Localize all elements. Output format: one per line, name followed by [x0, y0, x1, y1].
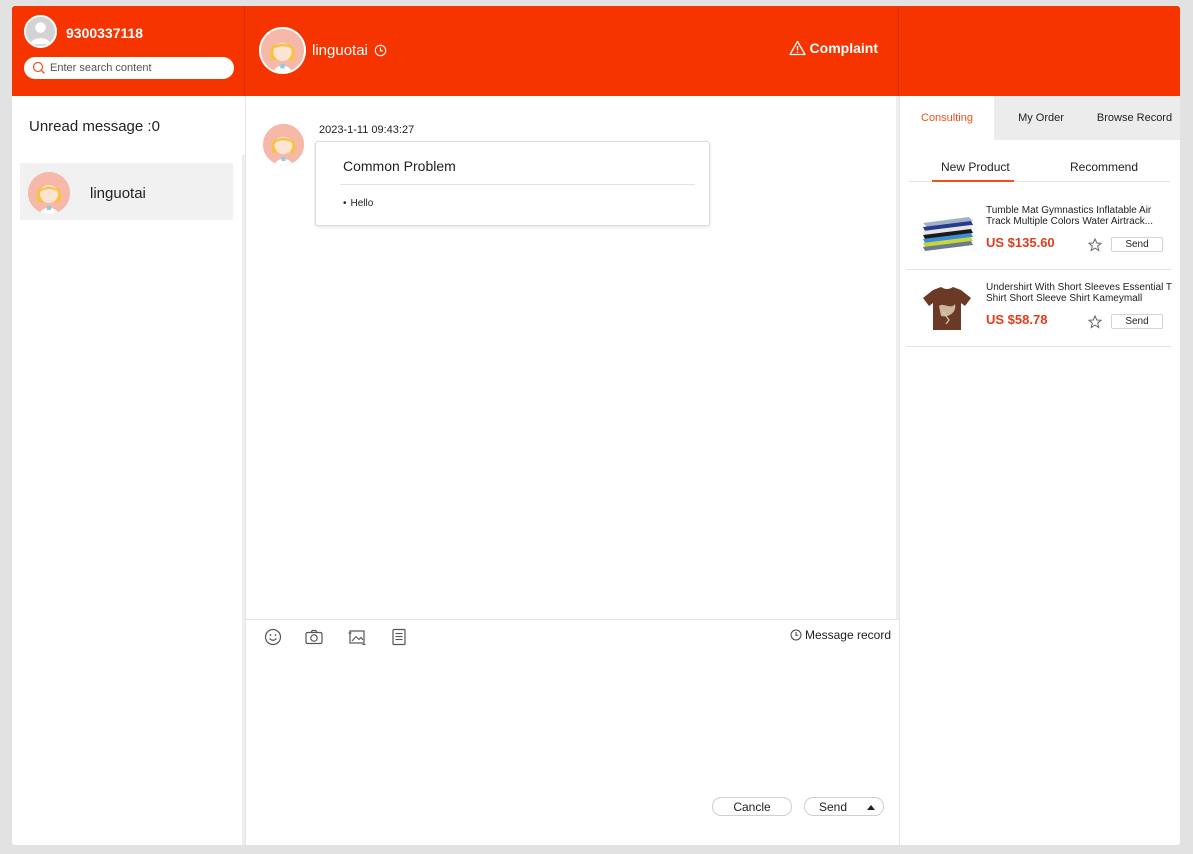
document-icon [392, 628, 406, 646]
peer-name: linguotai [312, 42, 368, 59]
app-header: 9300337118 linguotai [12, 6, 1180, 96]
product-title: Undershirt With Short Sleeves Essential … [986, 282, 1172, 304]
subtab-new-product[interactable]: New Product [941, 160, 1010, 174]
favorite-button[interactable] [1088, 238, 1102, 252]
smiley-icon [264, 628, 282, 646]
user-avatar[interactable] [24, 15, 57, 48]
document-button[interactable] [389, 627, 409, 647]
cancel-button[interactable]: Cancle [712, 797, 792, 816]
clock-icon[interactable] [374, 44, 387, 57]
star-icon [1088, 238, 1102, 252]
header-conversation-area: linguotai Complaint [245, 6, 899, 96]
subtab-recommend[interactable]: Recommend [1070, 160, 1138, 174]
search-box [24, 57, 234, 79]
brown-tshirt-image [919, 284, 975, 334]
info-tabs: Consulting My Order Browse Record [900, 96, 1180, 140]
conversation-item[interactable]: linguotai [20, 163, 233, 220]
tab-my-order[interactable]: My Order [994, 96, 1088, 140]
image-icon [348, 630, 366, 646]
camera-button[interactable] [304, 627, 324, 647]
girl-avatar-icon [28, 172, 70, 214]
complaint-label: Complaint [809, 40, 878, 56]
star-icon [1088, 315, 1102, 329]
message-input[interactable] [256, 658, 886, 788]
camera-icon [305, 629, 323, 645]
emoji-button[interactable] [263, 627, 283, 647]
user-silhouette-icon [26, 17, 55, 46]
send-button[interactable]: Send [804, 797, 884, 816]
chat-message-area: 2023-1-11 09:43:27 Common Problem Hello [245, 96, 899, 619]
product-subtabs: New Product Recommend [908, 140, 1170, 182]
clock-icon [790, 629, 802, 641]
faq-card: Common Problem Hello [315, 141, 710, 226]
faq-card-title: Common Problem [343, 158, 456, 174]
faq-card-divider [340, 184, 695, 185]
message-avatar [263, 124, 304, 165]
chat-app-window: 9300337118 linguotai [12, 6, 1180, 845]
warning-icon [788, 40, 806, 56]
compose-area: Message record Cancle Send [245, 619, 899, 845]
tab-consulting[interactable]: Consulting [900, 96, 994, 140]
tab-browse-record[interactable]: Browse Record [1088, 96, 1180, 140]
conversation-sidebar: Unread message :0 linguotai [12, 96, 245, 845]
product-title: Tumble Mat Gymnastics Inflatable Air Tra… [986, 205, 1154, 227]
complaint-button[interactable]: Complaint [788, 40, 878, 56]
image-button[interactable] [347, 627, 367, 647]
product-image [919, 284, 975, 334]
message-record-label: Message record [804, 628, 891, 642]
faq-item[interactable]: Hello [343, 198, 374, 209]
favorite-button[interactable] [1088, 315, 1102, 329]
message-record-button[interactable]: Message record [790, 628, 891, 642]
product-item[interactable]: Tumble Mat Gymnastics Inflatable Air Tra… [906, 193, 1172, 270]
product-price: US $135.60 [986, 235, 1055, 250]
girl-avatar-icon [261, 29, 304, 72]
active-subtab-indicator [932, 180, 1014, 182]
user-id: 9300337118 [66, 25, 144, 41]
girl-avatar-icon [263, 124, 304, 165]
air-track-mat-image [919, 207, 975, 257]
send-options-caret-icon[interactable] [867, 805, 875, 810]
send-button-label: Send [819, 800, 848, 814]
unread-count: Unread message :0 [29, 118, 160, 135]
message-timestamp: 2023-1-11 09:43:27 [319, 124, 415, 136]
conversation-name: linguotai [90, 185, 146, 202]
search-input[interactable] [50, 59, 228, 77]
product-image [919, 207, 975, 257]
product-send-button[interactable]: Send [1111, 237, 1163, 252]
product-item[interactable]: Undershirt With Short Sleeves Essential … [906, 270, 1172, 347]
search-icon [32, 61, 45, 74]
product-price: US $58.78 [986, 312, 1048, 327]
info-panel: Consulting My Order Browse Record New Pr… [899, 96, 1180, 845]
header-user-area: 9300337118 [12, 6, 245, 96]
conversation-avatar [28, 172, 70, 214]
peer-avatar[interactable] [259, 27, 306, 74]
product-send-button[interactable]: Send [1111, 314, 1163, 329]
